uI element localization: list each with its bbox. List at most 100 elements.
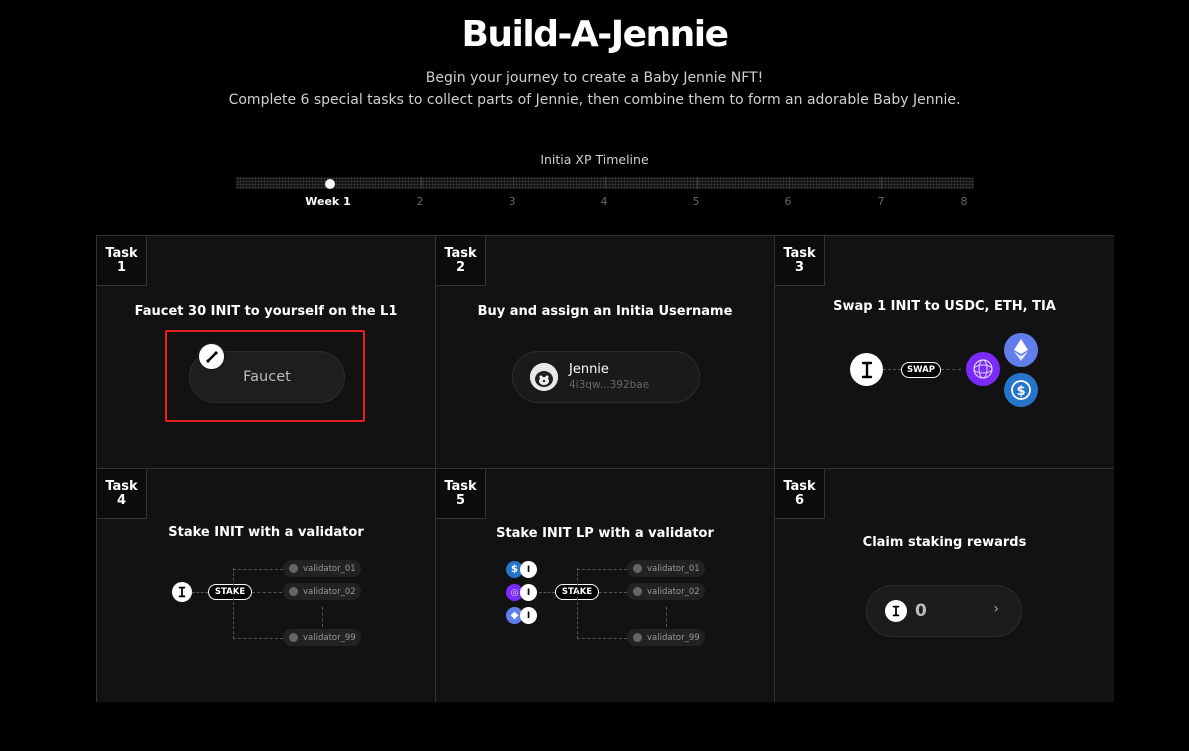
task-badge-word: Task	[783, 478, 816, 494]
task-badge-number: 2	[455, 259, 466, 275]
reward-value: 0	[915, 601, 927, 621]
stake-connector	[252, 592, 282, 593]
init-icon: I	[520, 561, 537, 578]
validator-name: validator_02	[647, 586, 700, 597]
timeline-week-4: 4	[600, 195, 608, 208]
validator-name: validator_01	[647, 563, 700, 574]
init-icon	[172, 582, 192, 602]
timeline-week-5: 5	[692, 195, 700, 208]
subtitle-line-2: Complete 6 special tasks to collect part…	[228, 92, 961, 108]
chevron-right-icon: ›	[993, 601, 999, 617]
swap-label: SWAP	[901, 362, 941, 378]
task-title: Faucet 30 INIT to yourself on the L1	[134, 304, 398, 319]
validator-name: validator_99	[303, 632, 356, 643]
task-title: Claim staking rewards	[862, 535, 1027, 550]
validator-item: validator_02	[283, 583, 361, 600]
task-card-4: Task 4 Stake INIT with a validator STAKE…	[97, 469, 436, 702]
init-icon: I	[520, 607, 537, 624]
task-badge-5: Task 5	[436, 469, 486, 519]
usdc-icon: $	[1004, 373, 1038, 407]
timeline-week-6: 6	[784, 195, 792, 208]
swap-connector	[883, 369, 901, 370]
stake-connector	[577, 638, 627, 639]
validator-dot-icon	[289, 633, 298, 642]
page-title: Build-A-Jennie	[461, 14, 729, 55]
validator-name: validator_01	[303, 563, 356, 574]
validator-dot-icon	[289, 564, 298, 573]
task-card-2: Task 2 Buy and assign an Initia Username…	[436, 236, 775, 469]
task-badge-6: Task 6	[775, 469, 825, 519]
timeline-week-2: 2	[416, 195, 424, 208]
validator-dot-icon	[633, 587, 642, 596]
task-badge-word: Task	[444, 245, 477, 261]
stake-connector	[192, 592, 208, 593]
validator-item: validator_99	[627, 629, 705, 646]
stake-connector	[599, 592, 627, 593]
task-badge-3: Task 3	[775, 236, 825, 286]
task-badge-number: 6	[794, 492, 805, 508]
stake-connector	[233, 568, 234, 639]
task-title: Swap 1 INIT to USDC, ETH, TIA	[833, 299, 1056, 314]
task-card-5: Task 5 Stake INIT LP with a validator $ …	[436, 469, 775, 702]
validator-item: validator_99	[283, 629, 361, 646]
timeline-separator	[697, 177, 698, 189]
timeline-week-1: Week 1	[305, 195, 351, 208]
timeline-separator	[421, 177, 422, 189]
validator-dot-icon	[633, 564, 642, 573]
validator-name: validator_99	[647, 632, 700, 643]
task-card-6: Task 6 Claim staking rewards 0 ›	[775, 469, 1114, 702]
swap-connector	[941, 369, 961, 370]
username-text: Jennie	[569, 362, 609, 377]
username-pill[interactable]: Jennie 4i3qw...392bae	[512, 351, 700, 403]
timeline-current-marker	[325, 179, 335, 189]
claim-rewards-button[interactable]: 0 ›	[866, 585, 1022, 637]
timeline-separator	[881, 177, 882, 189]
task-title: Stake INIT with a validator	[168, 525, 364, 540]
task-badge-number: 4	[116, 492, 127, 508]
validator-ellipsis	[322, 607, 323, 627]
validator-name: validator_02	[303, 586, 356, 597]
task-card-1: Task 1 Faucet 30 INIT to yourself on the…	[97, 236, 436, 469]
task-badge-word: Task	[783, 245, 816, 261]
init-icon	[885, 600, 907, 622]
timeline-label: Initia XP Timeline	[540, 152, 649, 167]
timeline-week-3: 3	[508, 195, 516, 208]
task-badge-word: Task	[105, 245, 138, 261]
jennie-avatar-icon	[530, 363, 558, 391]
stake-connector	[539, 592, 555, 593]
task-title: Buy and assign an Initia Username	[477, 304, 733, 319]
task-badge-2: Task 2	[436, 236, 486, 286]
user-address: 4i3qw...392bae	[569, 379, 650, 391]
timeline-separator	[605, 177, 606, 189]
task-badge-number: 5	[455, 492, 466, 508]
subtitle-line-1: Begin your journey to create a Baby Jenn…	[425, 70, 764, 86]
validator-item: validator_01	[627, 560, 705, 577]
timeline-week-8: 8	[960, 195, 968, 208]
init-icon: I	[520, 584, 537, 601]
task-badge-word: Task	[105, 478, 138, 494]
svg-text:$: $	[1016, 384, 1025, 399]
tia-icon	[966, 352, 1000, 386]
faucet-highlight-box	[165, 330, 365, 422]
task-badge-number: 3	[794, 259, 805, 275]
task-badge-number: 1	[116, 259, 127, 275]
validator-item: validator_01	[283, 560, 361, 577]
init-icon	[850, 353, 883, 386]
validator-ellipsis	[666, 607, 667, 627]
stake-connector	[577, 569, 627, 570]
stake-connector	[577, 568, 578, 639]
task-title: Stake INIT LP with a validator	[496, 526, 714, 541]
stake-label: STAKE	[208, 584, 252, 600]
validator-item: validator_02	[627, 583, 705, 600]
stake-connector	[233, 569, 283, 570]
task-badge-1: Task 1	[97, 236, 147, 286]
task-badge-4: Task 4	[97, 469, 147, 519]
eth-icon	[1004, 333, 1038, 367]
validator-dot-icon	[289, 587, 298, 596]
validator-dot-icon	[633, 633, 642, 642]
task-grid: Task 1 Faucet 30 INIT to yourself on the…	[96, 235, 1114, 702]
task-badge-word: Task	[444, 478, 477, 494]
timeline-separator	[513, 177, 514, 189]
task-card-3: Task 3 Swap 1 INIT to USDC, ETH, TIA SWA…	[775, 236, 1114, 469]
timeline-week-7: 7	[877, 195, 885, 208]
